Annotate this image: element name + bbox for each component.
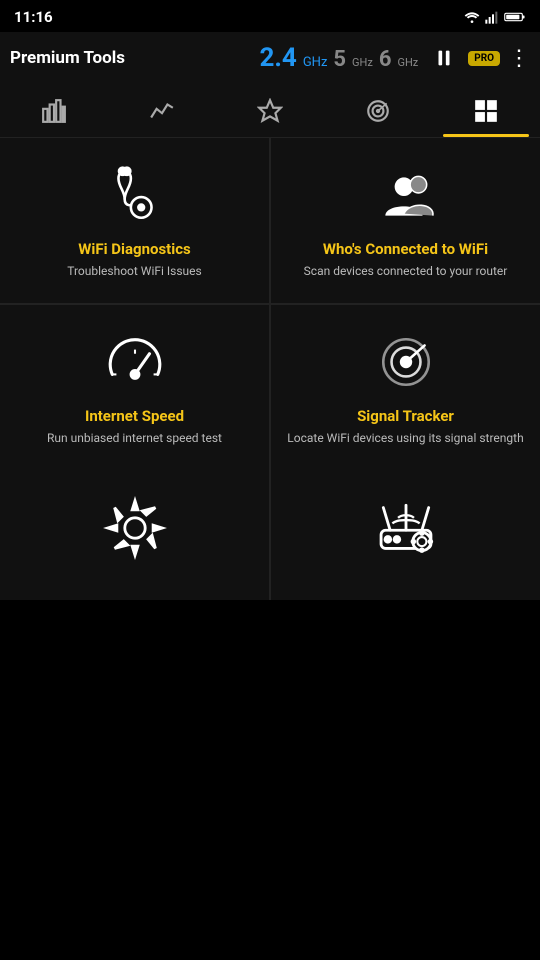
signal-tracker-title: Signal Tracker xyxy=(357,407,454,425)
pause-icon xyxy=(433,47,455,69)
radar-tab-icon xyxy=(365,98,391,124)
tools-grid: WiFi Diagnostics Troubleshoot WiFi Issue… xyxy=(0,138,540,470)
app-bar-icons: PRO ⋮ xyxy=(428,42,530,74)
grid-icon xyxy=(473,98,499,124)
status-icons xyxy=(464,10,526,24)
gear-icon xyxy=(101,494,169,562)
tool-internet-speed[interactable]: Internet Speed Run unbiased internet spe… xyxy=(0,305,269,470)
signal-status-icon xyxy=(484,10,500,24)
battery-status-icon xyxy=(504,11,526,23)
wifi-diagnostics-desc: Troubleshoot WiFi Issues xyxy=(67,263,201,280)
app-title: Premium Tools xyxy=(10,48,259,68)
whos-connected-title: Who's Connected to WiFi xyxy=(323,240,488,258)
status-bar: 11:16 xyxy=(0,0,540,32)
tool-whos-connected[interactable]: Who's Connected to WiFi Scan devices con… xyxy=(271,138,540,303)
freq-5-ghz: GHz xyxy=(352,56,373,69)
tool-wifi-diagnostics[interactable]: WiFi Diagnostics Troubleshoot WiFi Issue… xyxy=(0,138,269,303)
tab-radar[interactable] xyxy=(324,84,432,137)
tab-grid[interactable] xyxy=(432,84,540,137)
tab-bar-chart[interactable] xyxy=(0,84,108,137)
tool-settings[interactable] xyxy=(0,470,269,600)
trend-icon xyxy=(149,98,175,124)
status-time: 11:16 xyxy=(14,8,53,26)
tab-star[interactable] xyxy=(216,84,324,137)
app-bar: Premium Tools 2.4 GHz 5 GHz 6 GHz PRO ⋮ xyxy=(0,32,540,84)
freq-24: 2.4 xyxy=(259,43,296,73)
internet-speed-desc: Run unbiased internet speed test xyxy=(47,430,222,447)
tool-signal-tracker[interactable]: Signal Tracker Locate WiFi devices using… xyxy=(271,305,540,470)
pro-badge: PRO xyxy=(468,51,500,66)
freq-5: 5 xyxy=(333,47,346,72)
freq-24-ghz: GHz xyxy=(303,55,328,70)
bottom-partial-grid xyxy=(0,470,540,600)
bar-chart-icon xyxy=(41,98,67,124)
tool-router-settings[interactable] xyxy=(271,470,540,600)
router-gear-icon xyxy=(372,494,440,562)
people-icon xyxy=(375,164,437,226)
wifi-diagnostics-title: WiFi Diagnostics xyxy=(78,240,191,258)
freq-6: 6 xyxy=(379,47,392,72)
star-icon xyxy=(257,98,283,124)
speedometer-icon xyxy=(104,331,166,393)
pause-button[interactable] xyxy=(428,42,460,74)
tab-bar xyxy=(0,84,540,138)
whos-connected-desc: Scan devices connected to your router xyxy=(304,263,508,280)
signal-tracker-desc: Locate WiFi devices using its signal str… xyxy=(287,430,523,447)
more-options-icon[interactable]: ⋮ xyxy=(508,46,530,71)
tab-trend[interactable] xyxy=(108,84,216,137)
signal-tracker-icon xyxy=(375,331,437,393)
internet-speed-title: Internet Speed xyxy=(85,407,184,425)
stethoscope-icon xyxy=(104,164,166,226)
wifi-status-icon xyxy=(464,10,480,24)
freq-6-ghz: GHz xyxy=(397,56,418,69)
frequency-group: 2.4 GHz 5 GHz 6 GHz xyxy=(259,43,418,73)
